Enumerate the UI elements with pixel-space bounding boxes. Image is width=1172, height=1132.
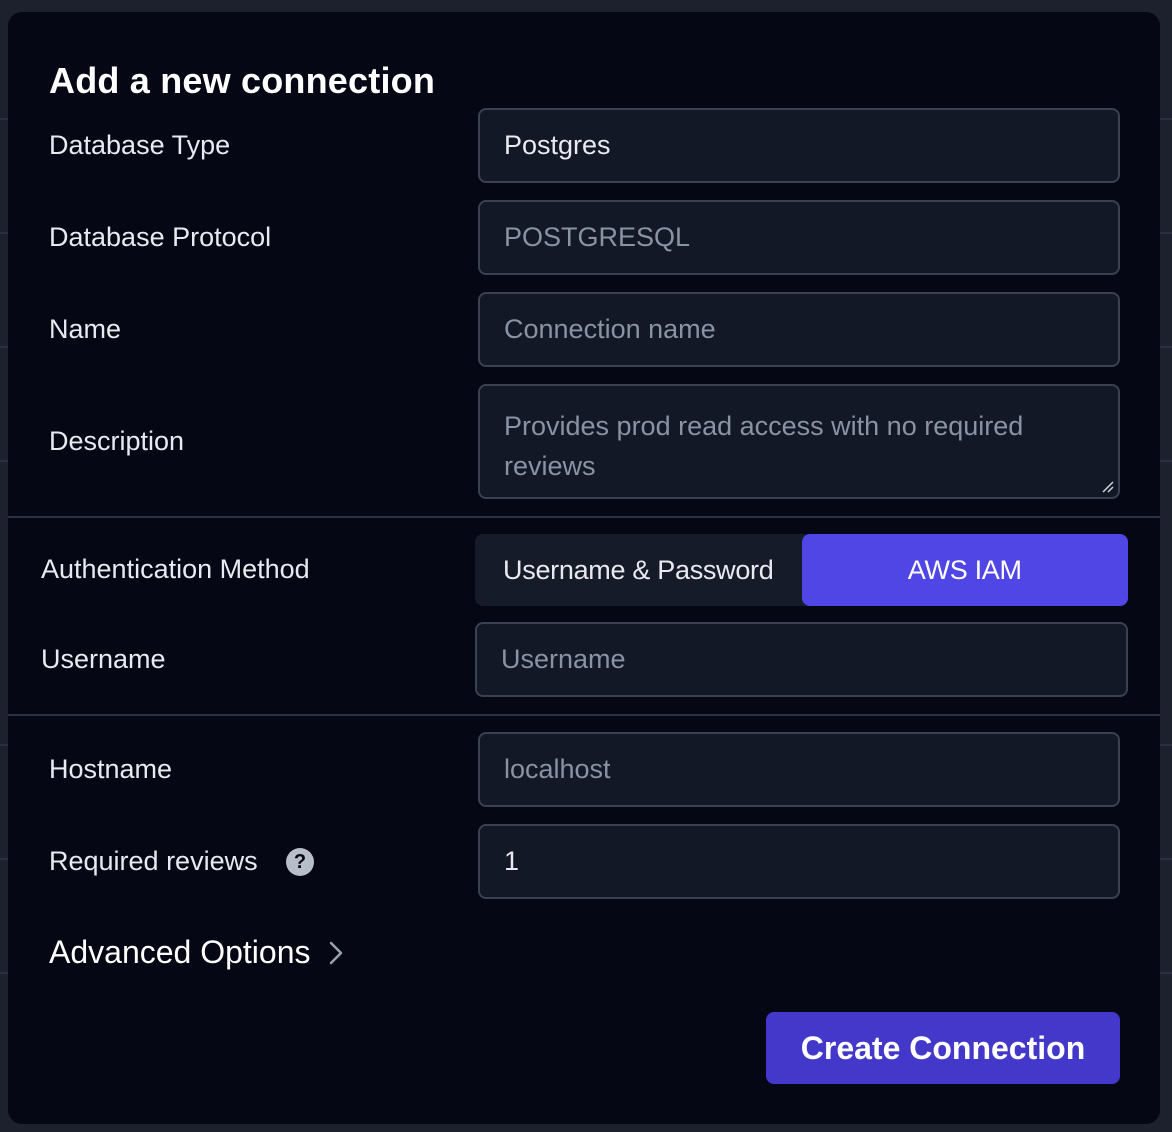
database-type-label: Database Type [49, 130, 231, 160]
section-divider [8, 516, 1160, 518]
hostname-input[interactable]: localhost [478, 732, 1120, 807]
chevron-right-icon [329, 941, 342, 964]
auth-option-aws-iam[interactable]: AWS IAM [801, 534, 1128, 606]
advanced-options-label: Advanced Options [49, 934, 311, 970]
database-protocol-field[interactable]: POSTGRESQL [478, 200, 1120, 275]
username-input[interactable]: Username [475, 622, 1128, 697]
description-placeholder: Provides prod read access with no requir… [504, 411, 1024, 481]
description-textarea[interactable]: Provides prod read access with no requir… [478, 384, 1120, 499]
auth-method-label: Authentication Method [41, 554, 310, 584]
name-label: Name [49, 314, 122, 344]
hostname-label: Hostname [49, 754, 173, 784]
required-reviews-input[interactable]: 1 [478, 824, 1120, 899]
username-label: Username [41, 644, 166, 674]
required-reviews-label: Required reviews [49, 846, 258, 876]
database-type-select[interactable]: Postgres [478, 108, 1120, 183]
advanced-options-toggle[interactable]: Advanced Options [49, 934, 345, 971]
section-divider [8, 714, 1160, 716]
resize-grip-icon[interactable] [1101, 480, 1115, 494]
question-circle-icon[interactable]: ? [286, 848, 314, 876]
create-connection-button[interactable]: Create Connection [766, 1012, 1120, 1084]
modal-title: Add a new connection [49, 60, 436, 101]
description-label: Description [49, 426, 185, 456]
auth-option-username-password[interactable]: Username & Password [475, 534, 802, 606]
add-connection-modal: Add a new connection Database Type Postg… [8, 12, 1160, 1124]
name-input[interactable]: Connection name [478, 292, 1120, 367]
auth-method-toggle: Username & Password AWS IAM [475, 534, 1128, 606]
database-protocol-label: Database Protocol [49, 222, 272, 252]
